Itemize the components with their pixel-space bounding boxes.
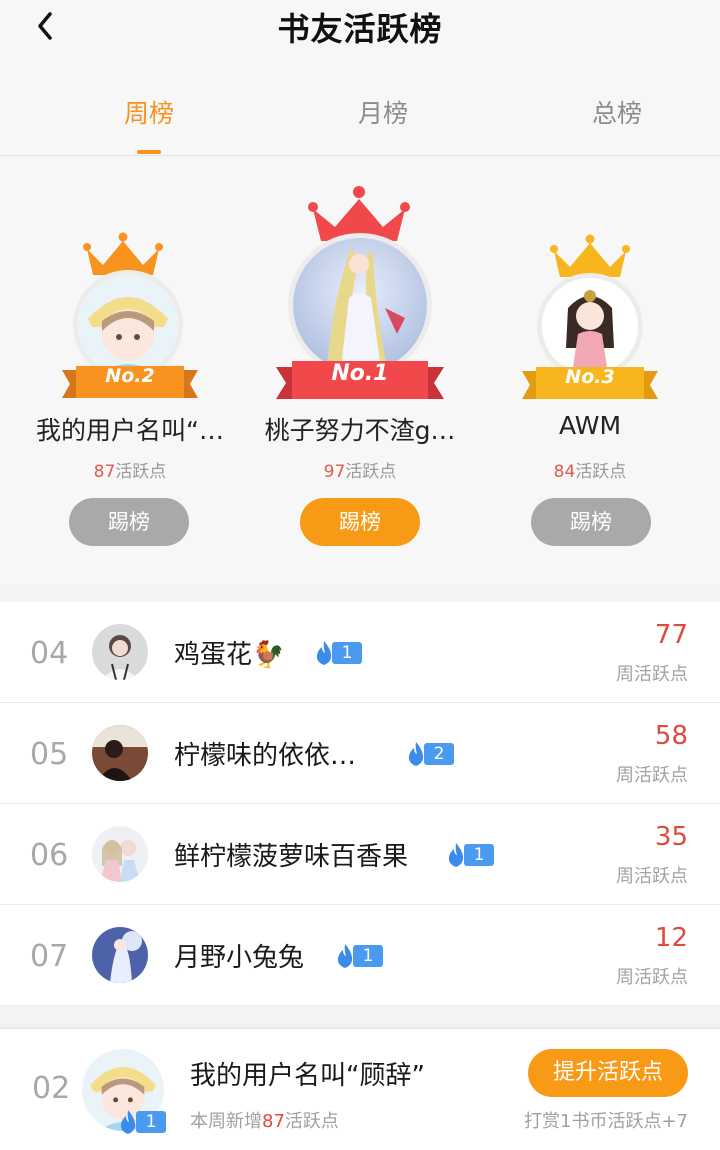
podium-name[interactable]: 我的用户名叫“… <box>10 411 250 447</box>
week-points: 77 <box>654 620 688 650</box>
kick-button[interactable]: 踢榜 <box>69 498 189 546</box>
kick-button[interactable]: 踢榜 <box>300 498 420 546</box>
tab-total[interactable]: 总榜 <box>557 94 677 130</box>
avatar[interactable] <box>92 725 148 781</box>
ranking-tabs: 周榜 月榜 总榜 <box>0 64 720 156</box>
list-item[interactable]: 05 柠檬味的依依… 2 58 周活跃点 <box>0 703 720 804</box>
list-item[interactable]: 04 鸡蛋花🐓 1 77 周活跃点 <box>0 602 720 703</box>
page-title: 书友活跃榜 <box>277 10 443 48</box>
avatar-image <box>92 927 148 983</box>
avatar-image <box>92 725 148 781</box>
week-prefix: 本周新增 <box>190 1111 262 1132</box>
podium-points: 97活跃点 <box>240 457 480 482</box>
week-points: 12 <box>654 923 688 953</box>
rank-label: No.2 <box>105 365 155 387</box>
my-ranking-bar: 02 1 我的用户名叫“顾辞” 本周新增87活跃点 提升活跃点 打赏1书币活跃点… <box>0 1028 720 1150</box>
level-badge: 1 <box>312 640 362 666</box>
list-item[interactable]: 07 月野小兔兔 1 12 周活跃点 <box>0 905 720 1006</box>
week-points-value: 87 <box>262 1111 285 1132</box>
podium-third: No.3 AWM 84活跃点 踢榜 <box>470 157 710 585</box>
my-rank-number: 02 <box>32 1071 71 1106</box>
week-increase: 本周新增87活跃点 <box>190 1107 339 1133</box>
tab-weekly[interactable]: 周榜 <box>89 94 209 130</box>
level-badge: 2 <box>404 741 454 767</box>
level-value: 1 <box>353 945 383 967</box>
ranking-list: 04 鸡蛋花🐓 1 77 周活跃点 05 柠檬味的依依… 2 58 周活跃点 0… <box>0 602 720 1006</box>
level-value: 1 <box>464 844 494 866</box>
podium-name[interactable]: 桃子努力不渣g… <box>240 411 480 447</box>
level-badge: 1 <box>444 842 494 868</box>
avatar[interactable] <box>92 624 148 680</box>
rank-label: No.3 <box>565 366 615 388</box>
avatar[interactable] <box>92 826 148 882</box>
header-bar: 书友活跃榜 <box>0 0 720 64</box>
week-points-label: 周活跃点 <box>616 866 688 887</box>
week-points-label: 周活跃点 <box>616 765 688 786</box>
week-points-label: 周活跃点 <box>616 967 688 988</box>
points-unit: 活跃点 <box>115 462 167 482</box>
week-points: 58 <box>654 721 688 751</box>
level-value: 2 <box>424 743 454 765</box>
user-name[interactable]: 鲜柠檬菠萝味百香果 <box>174 836 408 873</box>
level-badge: 1 <box>116 1109 166 1135</box>
week-suffix: 活跃点 <box>284 1111 339 1132</box>
week-points-label: 周活跃点 <box>616 664 688 685</box>
rank-number: 06 <box>30 838 69 873</box>
level-value: 1 <box>332 642 362 664</box>
list-item[interactable]: 06 鲜柠檬菠萝味百香果 1 35 周活跃点 <box>0 804 720 905</box>
kick-button[interactable]: 踢榜 <box>531 498 651 546</box>
user-name[interactable]: 柠檬味的依依… <box>174 735 356 772</box>
rank-number: 05 <box>30 737 69 772</box>
avatar-image <box>78 275 178 375</box>
podium-first: No.1 桃子努力不渣g… 97活跃点 踢榜 <box>240 157 480 585</box>
reward-note: 打赏1书币活跃点+7 <box>524 1111 688 1132</box>
points-value: 97 <box>323 462 346 482</box>
tab-monthly[interactable]: 月榜 <box>323 94 443 130</box>
rank-number: 07 <box>30 939 69 974</box>
rank-number: 04 <box>30 636 69 671</box>
top-three-podium: No.2 我的用户名叫“… 87活跃点 踢榜 No.1 桃子努力不渣g… 97活… <box>0 157 720 585</box>
podium-second: No.2 我的用户名叫“… 87活跃点 踢榜 <box>10 157 250 585</box>
avatar-image <box>92 624 148 680</box>
avatar[interactable] <box>92 927 148 983</box>
points-value: 87 <box>93 462 116 482</box>
active-tab-indicator <box>137 150 161 154</box>
points-unit: 活跃点 <box>575 462 627 482</box>
user-name[interactable]: 鸡蛋花🐓 <box>174 634 284 671</box>
podium-points: 84活跃点 <box>470 457 710 482</box>
boost-points-button[interactable]: 提升活跃点 <box>528 1049 688 1097</box>
points-value: 84 <box>553 462 576 482</box>
avatar-image <box>92 826 148 882</box>
level-badge: 1 <box>333 943 383 969</box>
user-name[interactable]: 月野小兔兔 <box>174 937 304 974</box>
podium-name[interactable]: AWM <box>470 411 710 440</box>
rank-label: No.1 <box>331 361 389 386</box>
my-user-name: 我的用户名叫“顾辞” <box>190 1061 425 1091</box>
points-unit: 活跃点 <box>345 462 397 482</box>
level-value: 1 <box>136 1111 166 1133</box>
week-points: 35 <box>654 822 688 852</box>
podium-points: 87活跃点 <box>10 457 250 482</box>
avatar-image <box>542 278 638 374</box>
avatar[interactable] <box>288 233 432 377</box>
avatar-image <box>293 238 427 372</box>
